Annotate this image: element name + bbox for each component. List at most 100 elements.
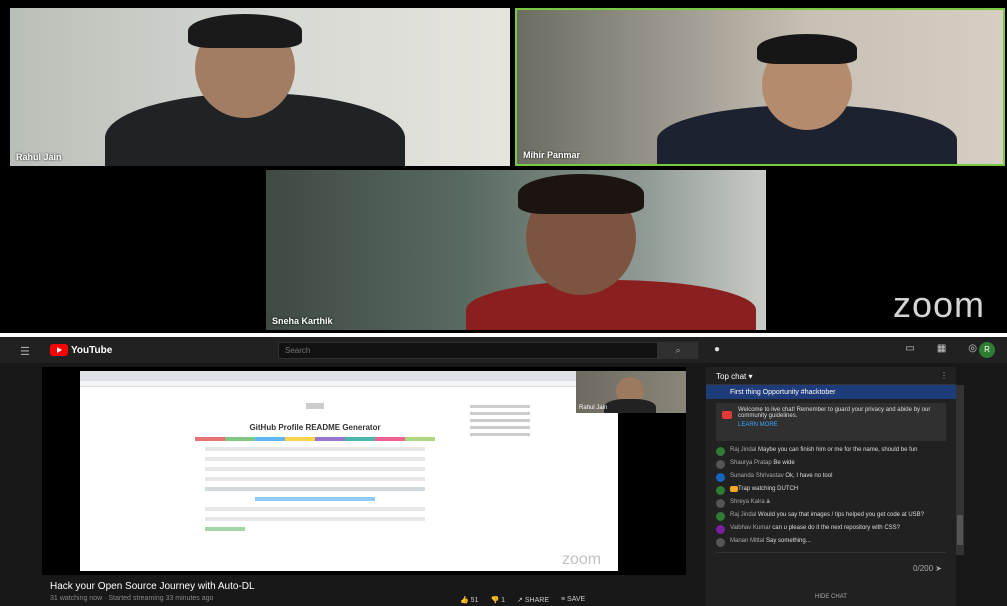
chat-message-body: Raj Jindal Would you say that images / t…	[730, 512, 924, 519]
thumbs-down-icon: 👎	[490, 597, 500, 604]
chat-scrollbar[interactable]	[956, 385, 964, 555]
chat-text: Say something...	[766, 538, 811, 544]
scroll-thumb[interactable]	[957, 515, 963, 545]
presenter-webcam: Rahul Jain	[576, 371, 686, 413]
notifications-icon[interactable]: ◎	[968, 343, 977, 354]
chat-author: Vaibhav Kumar	[730, 525, 771, 531]
menu-icon[interactable]: ☰	[20, 345, 30, 358]
chat-avatar	[716, 447, 725, 456]
chat-text: Ok, I have no tool	[785, 473, 833, 479]
participant-tile-3[interactable]: Sneha Karthik	[266, 170, 766, 330]
sidepanel	[470, 401, 530, 461]
save-button[interactable]: ≡ SAVE	[561, 596, 585, 604]
zoom-logo: zoom	[892, 284, 985, 325]
chat-avatar	[716, 473, 725, 482]
participant-name: Mihir Panmar	[523, 150, 581, 160]
chat-avatar	[716, 512, 725, 521]
form-row	[205, 477, 425, 481]
participant-tile-1[interactable]: Rahul Jain	[10, 8, 510, 166]
chat-message-body: Manan Mittal Say something...	[730, 538, 811, 545]
badge-colorbar	[195, 437, 435, 441]
chat-message: Vaibhav Kumar can u please do it the nex…	[706, 523, 956, 536]
chat-author: Raj Jindal	[730, 512, 757, 518]
presenter-name: Rahul Jain	[579, 405, 608, 411]
browser-tabs	[80, 381, 618, 387]
form-row	[205, 527, 245, 531]
form-row	[205, 517, 425, 521]
chat-text: can u please do it the next repository w…	[772, 525, 900, 531]
chat-avatar	[716, 538, 725, 547]
chat-message: Manan Mittal Say something...	[706, 536, 956, 549]
video-title: Hack your Open Source Journey with Auto-…	[50, 581, 255, 592]
participant-tile-2[interactable]: Mihir Panmar	[515, 8, 1005, 166]
chat-messages: Raj Jindal Maybe you can finish him or m…	[706, 445, 956, 549]
youtube-topbar: ☰ YouTube Search ⌕ ● ▭ ▦ ◎ R	[0, 337, 1007, 363]
share-button[interactable]: ↗ SHARE	[517, 596, 549, 604]
chat-message: Sunanda Shrivastav Ok, I have no tool	[706, 471, 956, 484]
youtube-logo[interactable]: YouTube	[50, 344, 112, 356]
chat-send: 0/200 ➤	[913, 564, 942, 573]
participant-hair	[518, 174, 644, 214]
member-badge	[730, 486, 738, 492]
chat-author: Sunanda Shrivastav	[730, 473, 784, 479]
search-input[interactable]: Search	[278, 342, 658, 359]
video-actions: 👍 51 👎 1 ↗ SHARE ≡ SAVE	[460, 596, 585, 604]
learn-more-link[interactable]: LEARN MORE	[738, 422, 942, 428]
chat-message-body: Shreya Kalra a	[730, 499, 770, 506]
chat-author: Raj Jindal	[730, 447, 757, 453]
shared-page-title: GitHub Profile README Generator	[249, 423, 381, 432]
share-icon: ↗	[517, 597, 523, 604]
dislike-count: 1	[501, 597, 506, 604]
thumbs-up-icon: 👍	[460, 597, 469, 604]
youtube-play-icon	[50, 344, 68, 356]
video-player[interactable]: GitHub Profile README Generator Rahul Ja…	[42, 367, 686, 575]
chat-message-body: Raj Jindal Maybe you can finish him or m…	[730, 447, 917, 454]
topbar-actions: ▭ ▦ ◎	[905, 343, 977, 354]
presenter-body	[604, 399, 656, 413]
chat-text: Be wide	[773, 460, 795, 466]
chat-message-body: Shaurya Pratap Be wide	[730, 460, 795, 467]
chat-text: Maybe you can finish him or me for the n…	[758, 447, 918, 453]
save-label: SAVE	[567, 596, 586, 603]
chat-message-body: Trap watching DUTCH	[730, 486, 798, 493]
browser-titlebar	[80, 371, 618, 381]
form-row	[205, 507, 425, 511]
shared-page: GitHub Profile README Generator	[175, 399, 455, 567]
form-row	[255, 497, 375, 501]
mic-icon[interactable]: ●	[714, 344, 720, 355]
zoom-watermark: zoom	[562, 551, 602, 568]
welcome-text: Welcome to live chat! Remember to guard …	[738, 407, 931, 419]
chat-message: Shreya Kalra a	[706, 497, 956, 510]
apps-icon[interactable]: ▦	[937, 343, 946, 354]
create-icon[interactable]: ▭	[905, 343, 914, 354]
participant-name: Sneha Karthik	[272, 316, 333, 326]
chat-avatar	[716, 486, 725, 495]
hide-chat-button[interactable]: HIDE CHAT	[706, 594, 956, 600]
dislike-button[interactable]: 👎 1	[490, 596, 505, 604]
video-stats: 31 watching now · Started streaming 33 m…	[50, 595, 214, 602]
send-icon[interactable]: ➤	[935, 564, 942, 573]
participant-body	[466, 280, 756, 330]
more-icon[interactable]: ⋮	[940, 371, 948, 380]
page-button	[306, 403, 324, 409]
chat-text: Trap watching DUTCH	[738, 486, 799, 492]
chat-avatar	[716, 460, 725, 469]
pinned-message[interactable]: First thing Opportunity #hacktober	[706, 385, 956, 399]
live-chat: Top chat ▾ ⋮ First thing Opportunity #hac…	[706, 367, 956, 606]
char-counter: 0/200	[913, 564, 934, 573]
participant-hair	[757, 34, 857, 64]
search-button[interactable]: ⌕	[658, 342, 698, 359]
like-button[interactable]: 👍 51	[460, 596, 478, 604]
chat-input[interactable]	[716, 552, 946, 576]
participant-hair	[188, 14, 302, 48]
chat-header[interactable]: Top chat ▾ ⋮	[706, 367, 956, 385]
zoom-gallery: Rahul Jain Mihir Panmar Sneha Karthik zo…	[0, 0, 1007, 333]
form-row	[205, 467, 425, 471]
avatar[interactable]: R	[979, 342, 995, 358]
chat-message-body: Vaibhav Kumar can u please do it the nex…	[730, 525, 900, 532]
like-count: 51	[470, 597, 479, 604]
chat-text: Would you say that images / tips helped …	[758, 512, 925, 518]
pinned-text: First thing Opportunity #hacktober	[730, 388, 836, 396]
form-row	[205, 457, 425, 461]
participant-name: Rahul Jain	[16, 152, 62, 162]
